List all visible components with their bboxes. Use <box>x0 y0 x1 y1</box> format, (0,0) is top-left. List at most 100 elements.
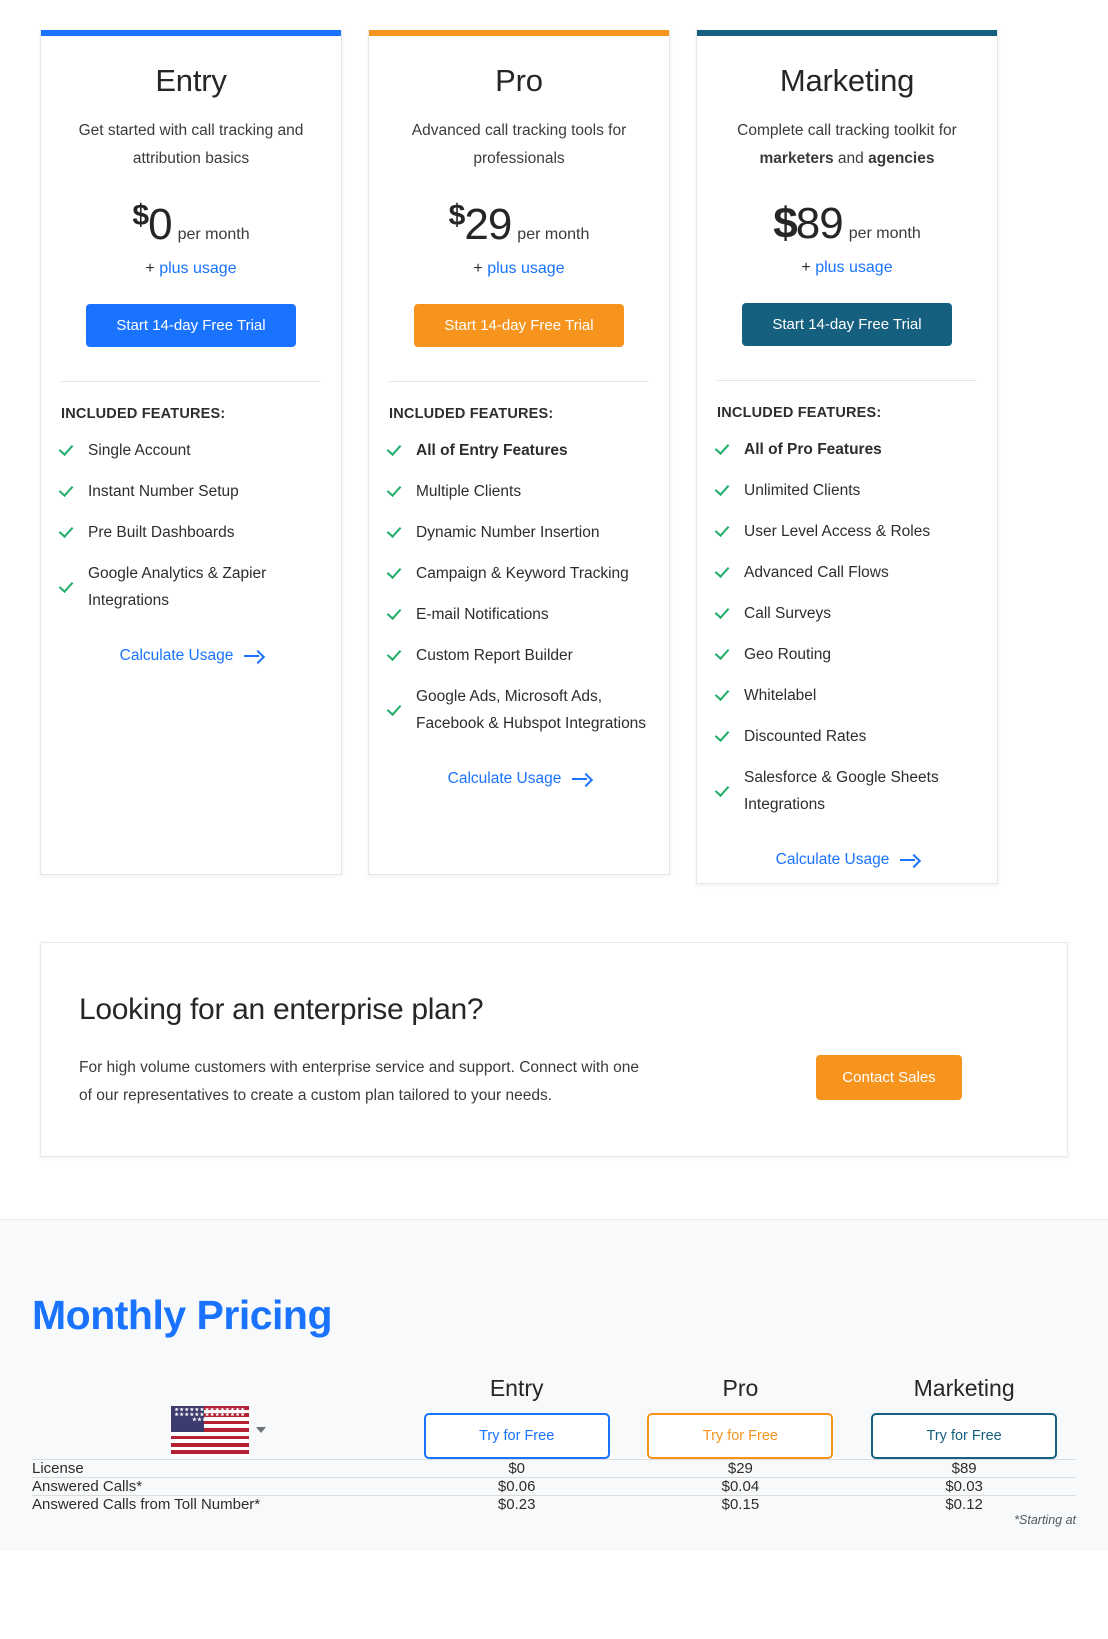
pricing-column-entry: Entry Try for Free <box>405 1375 629 1460</box>
contact-sales-button[interactable]: Contact Sales <box>816 1055 962 1100</box>
check-icon <box>717 565 732 580</box>
price-amount: 0 <box>148 200 173 249</box>
feature-item: Call Surveys <box>717 593 977 634</box>
calculate-usage-label: Calculate Usage <box>119 647 234 664</box>
feature-item: User Level Access & Roles <box>717 511 977 552</box>
row-value-marketing: $0.03 <box>852 1477 1076 1496</box>
try-for-free-button[interactable]: Try for Free <box>647 1413 834 1459</box>
cta-container: Start 14-day Free Trial <box>717 303 977 346</box>
row-value-entry: $0.06 <box>404 1477 629 1496</box>
check-icon <box>717 647 732 662</box>
plus-sign: + <box>145 260 155 277</box>
feature-label: Advanced Call Flows <box>744 564 889 581</box>
plan-card-pro: Pro Advanced call tracking tools for pro… <box>368 30 670 875</box>
row-label: Answered Calls* <box>32 1477 405 1496</box>
feature-item: Single Account <box>61 430 321 471</box>
feature-item: Instant Number Setup <box>61 471 321 512</box>
check-icon <box>717 729 732 744</box>
price-period: per month <box>848 225 921 242</box>
feature-label: Google Analytics & Zapier Integrations <box>88 565 267 609</box>
row-value-pro: $0.15 <box>628 1495 853 1513</box>
currency-symbol: $ <box>448 199 466 232</box>
feature-label: User Level Access & Roles <box>744 523 931 540</box>
check-icon <box>61 580 76 595</box>
start-free-trial-button[interactable]: Start 14-day Free Trial <box>414 304 624 347</box>
try-for-free-button[interactable]: Try for Free <box>423 1413 610 1459</box>
plus-usage-line: + plus usage <box>389 260 649 278</box>
table-row: License $0 $29 $89 <box>32 1459 1076 1478</box>
plan-price: $29 per month <box>389 199 649 250</box>
start-free-trial-button[interactable]: Start 14-day Free Trial <box>742 303 952 346</box>
enterprise-title: Looking for an enterprise plan? <box>79 993 484 1026</box>
feature-item: Custom Report Builder <box>389 635 649 676</box>
calculate-usage-link[interactable]: Calculate Usage <box>776 851 919 869</box>
feature-label: All of Entry Features <box>416 442 568 459</box>
check-icon <box>61 443 76 458</box>
plan-cards-section: Entry Get started with call tracking and… <box>0 0 1108 884</box>
calculate-usage-container: Calculate Usage <box>389 770 649 788</box>
check-icon <box>61 484 76 499</box>
check-icon <box>389 525 404 540</box>
plan-card-marketing: Marketing Complete call tracking toolkit… <box>696 30 998 884</box>
column-plan-name: Entry <box>489 1375 544 1401</box>
country-selector[interactable]: ★★★★★★★★★★★★★★★★★★★★★★★★★★★★★★★★★★★ <box>170 1406 266 1454</box>
start-free-trial-button[interactable]: Start 14-day Free Trial <box>86 304 296 347</box>
feature-label: Custom Report Builder <box>416 647 573 664</box>
feature-label: Call Surveys <box>744 605 831 622</box>
plus-usage-link[interactable]: plus usage <box>815 259 892 276</box>
country-selector-cell: ★★★★★★★★★★★★★★★★★★★★★★★★★★★★★★★★★★★ <box>32 1375 405 1460</box>
feature-label: Google Ads, Microsoft Ads, Facebook & Hu… <box>416 688 647 732</box>
feature-label: Whitelabel <box>744 687 817 704</box>
calculate-usage-label: Calculate Usage <box>775 851 890 868</box>
calculate-usage-link[interactable]: Calculate Usage <box>120 647 263 665</box>
feature-item: Dynamic Number Insertion <box>389 512 649 553</box>
calculate-usage-label: Calculate Usage <box>447 770 562 787</box>
check-icon <box>717 784 732 799</box>
plan-description-mid: and <box>833 150 869 167</box>
plan-title: Marketing <box>779 63 915 98</box>
enterprise-body: For high volume customers with enterpris… <box>79 1059 639 1104</box>
check-icon <box>717 442 732 457</box>
feature-label: Multiple Clients <box>416 483 522 500</box>
table-row: Answered Calls* $0.06 $0.04 $0.03 <box>32 1477 1076 1496</box>
row-value-pro: $0.04 <box>628 1477 853 1496</box>
row-value-marketing: $0.12 <box>852 1495 1076 1513</box>
check-icon <box>717 483 732 498</box>
plan-description-emphasis-1: marketers <box>759 150 834 167</box>
price-period: per month <box>177 226 250 243</box>
arrow-right-icon <box>900 854 918 866</box>
feature-item: Pre Built Dashboards <box>61 512 321 553</box>
calculate-usage-link[interactable]: Calculate Usage <box>448 770 591 788</box>
row-value-entry: $0 <box>404 1459 629 1478</box>
plus-usage-link[interactable]: plus usage <box>159 260 236 277</box>
feature-item: Whitelabel <box>717 675 977 716</box>
arrow-right-icon <box>244 650 262 662</box>
check-icon <box>389 607 404 622</box>
check-icon <box>717 524 732 539</box>
arrow-right-icon <box>572 773 590 785</box>
row-label: Answered Calls from Toll Number* <box>32 1495 405 1513</box>
check-icon <box>717 606 732 621</box>
feature-label: All of Pro Features <box>744 441 882 458</box>
feature-label: Salesforce & Google Sheets Integrations <box>744 769 939 813</box>
feature-item: Unlimited Clients <box>717 470 977 511</box>
check-icon <box>717 688 732 703</box>
features-heading: INCLUDED FEATURES: <box>389 406 554 422</box>
price-amount: 89 <box>795 199 844 248</box>
plan-price: $0 per month <box>61 199 321 250</box>
plus-usage-link[interactable]: plus usage <box>487 260 564 277</box>
try-for-free-button[interactable]: Try for Free <box>871 1413 1058 1459</box>
cta-container: Start 14-day Free Trial <box>61 304 321 347</box>
features-list: All of Entry Features Multiple Clients D… <box>389 430 649 744</box>
check-icon <box>389 566 404 581</box>
feature-label: Instant Number Setup <box>88 483 239 500</box>
us-flag-icon: ★★★★★★★★★★★★★★★★★★★★★★★★★★★★★★★★★★★ <box>170 1406 249 1454</box>
calculate-usage-container: Calculate Usage <box>717 851 977 869</box>
card-divider <box>389 381 649 382</box>
pricing-table-header-row: ★★★★★★★★★★★★★★★★★★★★★★★★★★★★★★★★★★★ Entr… <box>32 1375 1076 1460</box>
price-period: per month <box>517 226 590 243</box>
pricing-footnote: *Starting at <box>1014 1513 1076 1527</box>
currency-symbol: $ <box>132 199 149 232</box>
check-icon <box>389 703 404 718</box>
enterprise-section: Looking for an enterprise plan? For high… <box>0 884 1108 1219</box>
